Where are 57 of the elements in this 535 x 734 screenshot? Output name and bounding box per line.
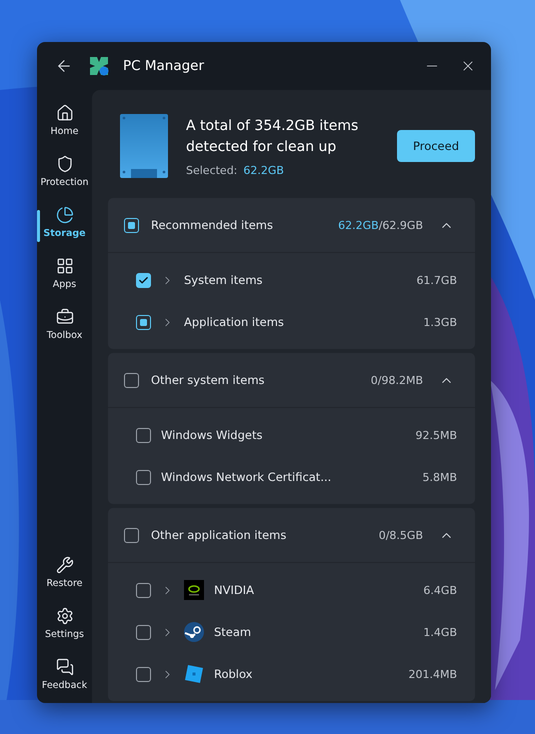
category-title: Other application items [151, 528, 288, 542]
checkbox[interactable] [136, 314, 151, 330]
settings-icon [56, 607, 74, 625]
sidebar-item[interactable]: Apps [37, 253, 92, 294]
category-size: 0/8.5GB [378, 528, 423, 542]
checkbox[interactable] [136, 624, 151, 640]
item-size: 5.8MB [422, 470, 457, 484]
item-name: NVIDIA [214, 583, 255, 597]
pie-chart-icon [56, 206, 74, 224]
grid-icon [56, 257, 74, 275]
proceed-button[interactable]: Proceed [397, 130, 475, 162]
home-icon [56, 104, 74, 122]
checkbox[interactable] [124, 218, 139, 232]
selected-label: Selected: [186, 164, 238, 176]
sidebar-item[interactable]: Settings [37, 603, 92, 644]
checkbox[interactable] [136, 582, 151, 598]
scan-summary: A total of 354.2GB items detected for clean up [186, 116, 360, 156]
item-name: Windows Network Certificat... [161, 470, 332, 484]
shield-icon [56, 155, 74, 173]
app-logo-icon [184, 664, 204, 684]
item-name: Steam [214, 625, 252, 639]
checkbox[interactable] [124, 372, 139, 388]
app-logo-icon [89, 56, 109, 76]
sidebar-item[interactable]: Restore [37, 552, 92, 593]
item-size: 92.5MB [415, 428, 457, 442]
checkbox[interactable] [136, 470, 151, 484]
briefcase-icon [56, 308, 74, 326]
sidebar-item[interactable]: Toolbox [37, 304, 92, 345]
checkbox[interactable] [136, 666, 151, 682]
selected-size: 62.2GB [243, 164, 284, 176]
checkbox[interactable] [124, 528, 139, 542]
check-icon [138, 274, 149, 286]
item-size: 1.4GB [423, 626, 457, 638]
checkbox[interactable] [136, 428, 151, 442]
category-size: 62.2GB/62.9GB [338, 218, 423, 232]
category-title: Other system items [151, 373, 266, 387]
item-size: 1.3GB [423, 316, 457, 328]
drive-icon [120, 114, 168, 178]
item-size: 201.4MB [408, 668, 457, 680]
app-logo-icon [184, 622, 204, 642]
item-name: System items [184, 273, 264, 287]
item-name: Roblox [214, 667, 254, 681]
category-title: Recommended items [151, 218, 274, 232]
checkbox[interactable] [136, 272, 151, 288]
chat-icon [56, 658, 74, 676]
sidebar-item[interactable]: Storage [37, 202, 92, 243]
category-size: 0/98.2MB [370, 374, 423, 386]
sidebar-item[interactable]: Home [37, 100, 92, 141]
item-size: 6.4GB [423, 584, 457, 596]
item-size: 61.7GB [416, 274, 457, 286]
item-name: Windows Widgets [161, 428, 264, 442]
sidebar-item[interactable]: Feedback [37, 654, 92, 695]
sidebar-item[interactable]: Protection [37, 151, 92, 192]
window-title: PC Manager [123, 58, 206, 74]
item-name: Application items [184, 315, 285, 329]
app-logo-icon [184, 580, 204, 600]
wrench-icon [56, 556, 74, 574]
